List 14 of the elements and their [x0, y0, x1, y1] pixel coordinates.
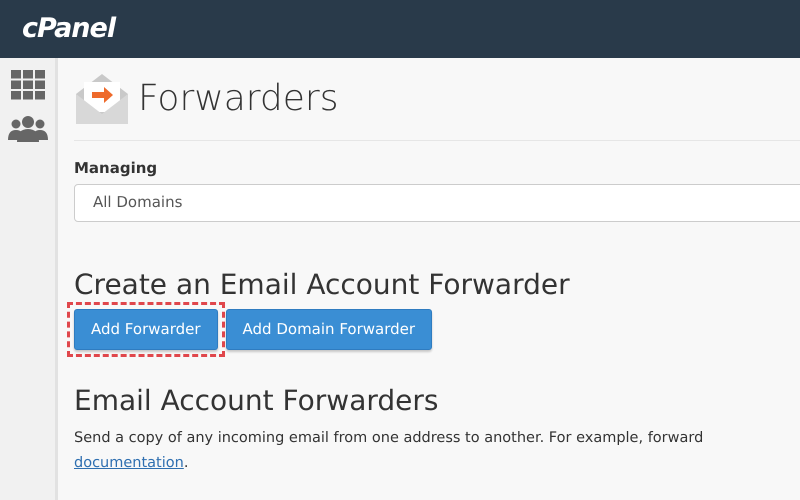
section-heading: Email Account Forwarders	[74, 384, 440, 418]
field-label: Managing	[74, 158, 158, 179]
envelope-icon	[74, 72, 130, 126]
grid-icon[interactable]	[10, 70, 44, 100]
users-icon[interactable]	[8, 116, 48, 142]
managing-select[interactable]: All Domains	[74, 184, 800, 222]
add-button[interactable]: Add Domain Forwarder	[226, 309, 432, 350]
logo[interactable]: cPanel	[22, 8, 116, 50]
add-button[interactable]: Add Forwarder	[74, 309, 218, 350]
description-text: Send a copy of any incoming email from one address to another. For example, forward	[74, 430, 704, 446]
section-heading: Create an Email Account Forwarder	[74, 268, 571, 302]
page-title: Forwarders	[138, 77, 338, 121]
period-text: .	[184, 454, 188, 471]
documentation-link[interactable]: documentation	[74, 454, 184, 471]
